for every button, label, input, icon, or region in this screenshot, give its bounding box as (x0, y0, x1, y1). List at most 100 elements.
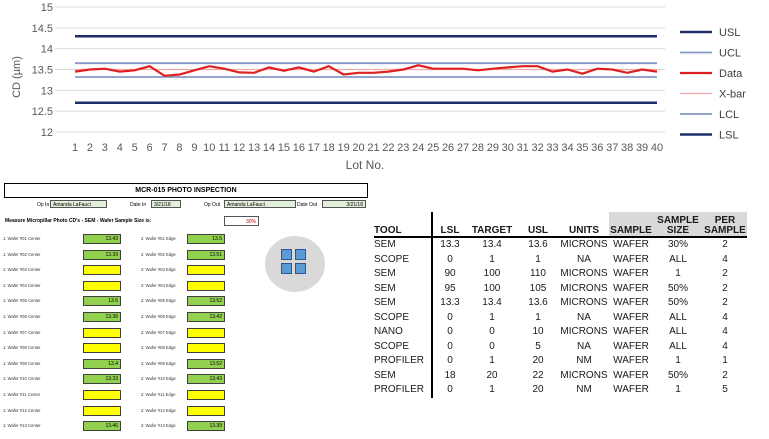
wafer-center-input[interactable] (83, 280, 121, 291)
legend-label: LSL (719, 130, 739, 142)
wafer-edge-input[interactable] (187, 390, 225, 400)
table-header-row: TOOL LSL TARGET USL UNITS SAMPLE SAMPLE … (374, 212, 747, 237)
x-tick-label: 28 (472, 142, 484, 154)
wafer-edge-input[interactable]: 13.42 (187, 312, 225, 322)
x-tick-label: 1 (72, 142, 78, 154)
wafer-center-input[interactable] (83, 265, 121, 276)
y-axis-label: CD (µm) (11, 56, 23, 98)
wafer-edge-input[interactable] (187, 265, 225, 276)
y-tick-label: 15 (41, 2, 53, 14)
x-tick-label: 17 (308, 142, 320, 154)
op-in-field[interactable]: Amanda LaFauci (50, 200, 107, 208)
legend-label: X-bar (719, 89, 746, 101)
x-tick-label: 4 (117, 142, 123, 154)
table-row: SCOPE 0 1 1 NA WAFER ALL 4 (374, 310, 747, 325)
x-tick-label: 13 (248, 142, 260, 154)
cell-sample-size: 1 (675, 355, 681, 367)
y-axis-ticks: 12 12.5 13 13.5 14 14.5 15 (32, 2, 53, 139)
cell-sample-size: 50% (667, 369, 688, 381)
wafer-edge-input[interactable]: 13.52 (187, 296, 225, 307)
date-out-label: Date Out (297, 202, 318, 208)
x-tick-label: 3 (102, 142, 108, 154)
wafer-edge-input[interactable]: 13.39 (187, 421, 225, 432)
wafer-center-input[interactable]: 13.6 (83, 296, 121, 307)
cell-lsl: 0 (447, 384, 453, 396)
wafer-edge-input[interactable] (187, 343, 225, 354)
cell-per-sample: 4 (722, 253, 728, 265)
wafer-edge-label: 2: Wafer #12 Edge (141, 407, 176, 413)
table-row: SEM 18 20 22 MICRONS WAFER 50% 2 (374, 368, 747, 383)
wafer-center-input[interactable]: 13.43 (83, 234, 121, 244)
cell-sample-size: 1 (675, 384, 681, 396)
wafer-center-input[interactable] (83, 327, 121, 338)
wafer-edge-input[interactable]: 13.43 (187, 374, 225, 385)
cell-sample-size: ALL (669, 253, 687, 265)
wafer-edge-input[interactable]: 13.52 (187, 358, 225, 369)
cell-per-sample: 1 (722, 355, 728, 367)
wafer-edge-label: 2: Wafer #01 Edge (141, 236, 176, 241)
series-data-line (74, 64, 658, 77)
x-tick-label: 8 (176, 142, 182, 154)
cell-target: 1 (489, 355, 495, 367)
cell-units: MICRONS (560, 326, 608, 338)
cell-target: 13.4 (482, 239, 502, 251)
x-tick-label: 21 (367, 142, 379, 154)
table-row: PROFILER 0 1 20 NM WAFER 1 5 (374, 383, 747, 398)
chart-series (74, 34, 658, 105)
sample-size-field[interactable]: 30% (224, 216, 259, 226)
tile-icon (281, 249, 292, 260)
cell-lsl: 0 (447, 340, 453, 352)
table-row: SCOPE 0 0 5 NA WAFER ALL 4 (374, 339, 747, 354)
app-launcher-icon[interactable] (265, 236, 325, 292)
cell-sample-size: 1 (675, 268, 681, 280)
wafer-edge-input[interactable] (187, 327, 225, 338)
cell-sample: WAFER (613, 326, 649, 338)
wafer-center-input[interactable]: 13.33 (83, 374, 121, 385)
wafer-center-label: 1: Wafer #07 Center (3, 329, 41, 335)
x-tick-label: 5 (132, 142, 138, 154)
cell-sample-size: 50% (667, 282, 688, 294)
x-tick-label: 6 (147, 142, 153, 154)
wafer-edge-input[interactable] (187, 405, 225, 416)
cell-tool: SEM (374, 267, 433, 282)
cell-usl: 110 (530, 268, 546, 280)
x-tick-label: 9 (191, 142, 197, 154)
cell-lsl: 0 (447, 355, 453, 367)
cell-units: NA (577, 311, 591, 323)
wafer-center-label: 1: Wafer #02 Center (3, 251, 41, 257)
cell-sample: WAFER (613, 268, 649, 280)
wafer-center-input[interactable] (83, 390, 121, 400)
date-in-field[interactable]: 3/21/18 (151, 200, 181, 208)
x-tick-label: 23 (397, 142, 409, 154)
wafer-center-input[interactable]: 13.4 (83, 358, 121, 369)
y-tick-label: 12.5 (32, 106, 53, 118)
cell-sample: WAFER (613, 297, 649, 309)
wafer-center-input[interactable] (83, 405, 121, 416)
cell-usl: 13.6 (528, 297, 548, 309)
y-tick-label: 12 (41, 127, 53, 139)
x-tick-label: 39 (636, 142, 648, 154)
x-tick-label: 15 (278, 142, 290, 154)
x-tick-label: 22 (382, 142, 394, 154)
wafer-edge-input[interactable]: 13.5 (187, 234, 225, 244)
op-out-field[interactable]: Amanda LaFauci (224, 200, 296, 208)
cell-sample-size: ALL (669, 340, 687, 352)
col-lsl: LSL (440, 225, 460, 236)
date-out-field[interactable]: 3/21/18 (322, 200, 366, 208)
wafer-center-label: 1: Wafer #13 Center (3, 423, 41, 429)
wafer-edge-input[interactable] (187, 280, 225, 291)
wafer-center-input[interactable]: 13.46 (83, 421, 121, 432)
wafer-center-input[interactable]: 13.39 (83, 249, 121, 260)
tool-spec-table: TOOL LSL TARGET USL UNITS SAMPLE SAMPLE … (374, 212, 747, 398)
wafer-center-input[interactable]: 13.36 (83, 312, 121, 322)
x-tick-label: 10 (203, 142, 215, 154)
x-axis-ticks: 1 2 3 4 5 6 7 8 9 10 11 12 13 14 15 16 17 18 19 20 21 22 23 24 2… (72, 142, 663, 154)
x-tick-label: 11 (219, 142, 230, 154)
col-per-sample: PER SAMPLE (703, 212, 747, 237)
wafer-center-input[interactable] (83, 343, 121, 354)
x-tick-label: 24 (412, 142, 424, 154)
wafer-edge-input[interactable]: 13.51 (187, 249, 225, 260)
cell-usl: 20 (532, 384, 544, 396)
x-tick-label: 33 (546, 142, 558, 154)
col-sample-size: SAMPLE SIZE (653, 212, 703, 237)
